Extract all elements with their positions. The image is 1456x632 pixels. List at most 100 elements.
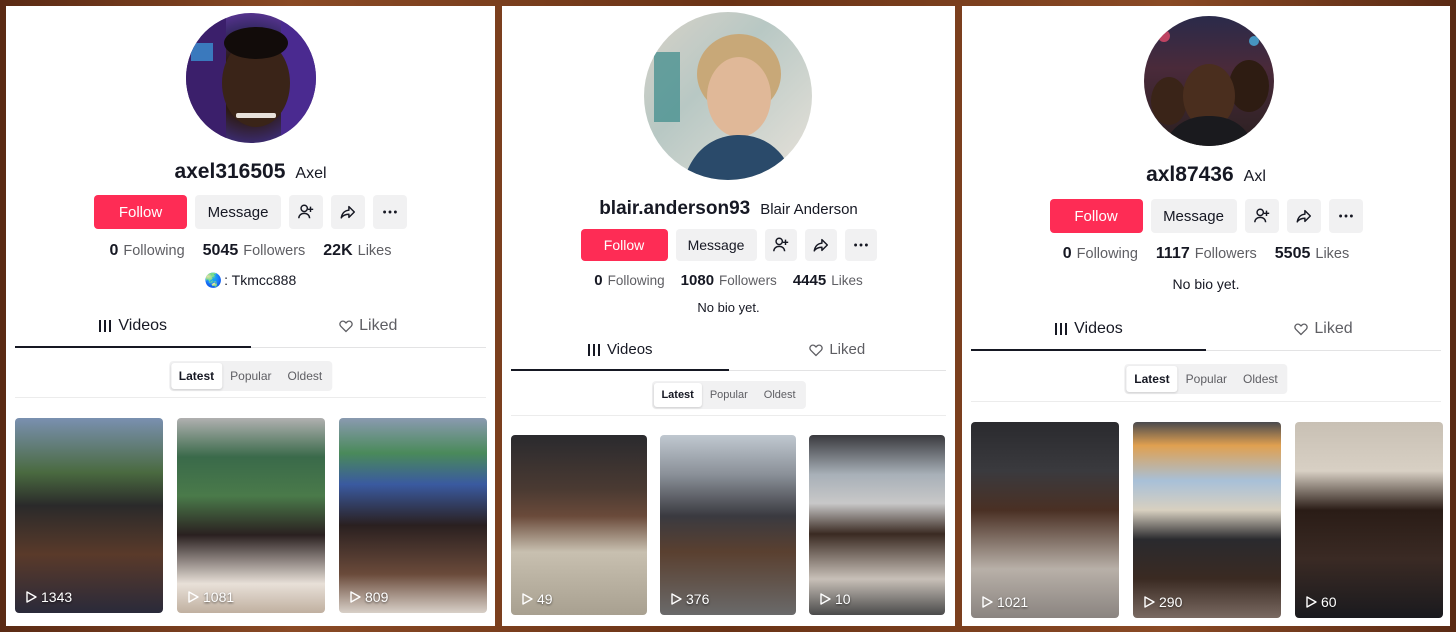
tab-videos-label: Videos (606, 341, 653, 358)
play-icon (1144, 596, 1155, 608)
sort-oldest[interactable]: Oldest (756, 383, 804, 407)
view-count: 10 (819, 591, 851, 607)
follow-button[interactable]: Follow (580, 229, 668, 261)
avatar[interactable] (1144, 16, 1274, 146)
view-count: 376 (670, 591, 709, 607)
sort-latest[interactable]: Latest (170, 363, 223, 389)
video-thumbnail[interactable]: 1021 (971, 422, 1119, 618)
sort-latest[interactable]: Latest (653, 383, 702, 407)
message-button[interactable]: Message (1150, 199, 1237, 233)
tab-liked-label: Liked (829, 341, 866, 358)
bio: No bio yet. (697, 300, 760, 315)
username: blair.anderson93 (599, 198, 751, 219)
heart-lock-icon (339, 320, 353, 333)
more-options-button[interactable] (844, 229, 877, 261)
video-thumbnail[interactable]: 1343 (15, 418, 163, 613)
globe-icon: 🌏 (204, 272, 223, 288)
profile-panel-axl87436: axl87436 Axl Follow Message 0 Following 1… (962, 6, 1450, 626)
play-icon (522, 593, 533, 605)
tab-videos-label: Videos (118, 317, 168, 334)
sort-latest[interactable]: Latest (1126, 366, 1178, 392)
video-thumbnail[interactable]: 1081 (177, 418, 325, 613)
tab-videos[interactable]: Videos (511, 341, 729, 371)
followers-stat[interactable]: 5045 Followers (203, 242, 306, 260)
share-button[interactable] (804, 229, 837, 261)
video-thumbnail[interactable]: 290 (1133, 422, 1281, 618)
play-icon (350, 591, 361, 603)
add-person-icon (772, 237, 788, 252)
view-count: 1081 (187, 589, 234, 605)
likes-stat: 5505 Likes (1274, 245, 1350, 262)
sort-selector: Latest Popular Oldest (168, 361, 333, 391)
profile-panel-blair-anderson93: blair.anderson93 Blair Anderson Follow M… (502, 6, 955, 626)
play-icon (188, 591, 199, 603)
tab-videos[interactable]: Videos (15, 317, 251, 348)
sort-popular[interactable]: Popular (1178, 366, 1235, 392)
share-arrow-icon (1296, 209, 1311, 223)
avatar-portrait-icon (186, 13, 316, 143)
bio-text: : Tkmcc888 (224, 272, 297, 288)
add-friend-button[interactable] (1244, 199, 1279, 233)
avatar-portrait-icon (654, 34, 794, 180)
bio: 🌏: Tkmcc888 (6, 272, 495, 289)
view-count: 809 (349, 589, 388, 605)
play-icon (26, 591, 37, 603)
follow-button[interactable]: Follow (1049, 199, 1143, 233)
username: axl87436 (1146, 163, 1234, 186)
tab-liked[interactable]: Liked (1206, 320, 1441, 350)
tab-liked[interactable]: Liked (729, 341, 947, 370)
tab-liked[interactable]: Liked (251, 317, 487, 347)
heart-lock-icon (809, 344, 824, 356)
video-thumbnail[interactable]: 809 (339, 418, 487, 613)
followers-stat[interactable]: 1080 Followers (681, 272, 777, 289)
likes-stat: 4445 Likes (792, 272, 863, 289)
view-count: 60 (1305, 594, 1337, 610)
more-options-button[interactable] (1328, 199, 1363, 233)
followers-stat[interactable]: 1117 Followers (1156, 245, 1257, 263)
tab-liked-label: Liked (359, 317, 398, 334)
sort-popular[interactable]: Popular (222, 363, 279, 389)
tab-liked-label: Liked (1314, 320, 1353, 337)
nickname: Axl (1243, 168, 1266, 185)
sort-oldest[interactable]: Oldest (1235, 366, 1286, 392)
divider (971, 401, 1441, 402)
follow-button[interactable]: Follow (94, 195, 187, 229)
view-count: 1021 (981, 594, 1028, 610)
avatar[interactable] (644, 12, 812, 180)
share-button[interactable] (1286, 199, 1321, 233)
message-button[interactable]: Message (675, 229, 757, 261)
videos-grid-icon (1055, 323, 1068, 335)
sort-selector: Latest Popular Oldest (651, 381, 806, 409)
following-stat[interactable]: 0 Following (1063, 245, 1138, 263)
sort-selector: Latest Popular Oldest (1124, 364, 1288, 394)
add-friend-button[interactable] (764, 229, 797, 261)
video-thumbnail[interactable]: 376 (660, 435, 796, 615)
share-arrow-icon (340, 205, 356, 219)
play-icon (1306, 596, 1317, 608)
more-dots-icon (853, 243, 868, 247)
more-dots-icon (383, 210, 397, 214)
sort-oldest[interactable]: Oldest (280, 363, 331, 389)
sort-popular[interactable]: Popular (702, 383, 756, 407)
video-thumbnail[interactable]: 49 (511, 435, 647, 615)
tab-videos[interactable]: Videos (971, 320, 1206, 351)
message-button[interactable]: Message (195, 195, 281, 229)
videos-grid-icon (99, 320, 112, 332)
username: axel316505 (174, 160, 286, 183)
nickname: Blair Anderson (760, 201, 858, 218)
following-stat[interactable]: 0 Following (594, 272, 664, 289)
avatar[interactable] (186, 13, 316, 143)
video-thumbnail[interactable]: 60 (1295, 422, 1443, 618)
following-stat[interactable]: 0 Following (109, 242, 184, 260)
more-options-button[interactable] (373, 195, 407, 229)
video-thumbnail[interactable]: 10 (809, 435, 945, 615)
heart-lock-icon (1294, 323, 1309, 336)
share-arrow-icon (813, 238, 828, 252)
tab-videos-label: Videos (1074, 320, 1123, 337)
divider (15, 397, 486, 398)
play-icon (820, 593, 831, 605)
more-dots-icon (1338, 214, 1353, 218)
add-friend-button[interactable] (289, 195, 323, 229)
share-button[interactable] (331, 195, 365, 229)
avatar-portrait-icon (1151, 30, 1269, 146)
